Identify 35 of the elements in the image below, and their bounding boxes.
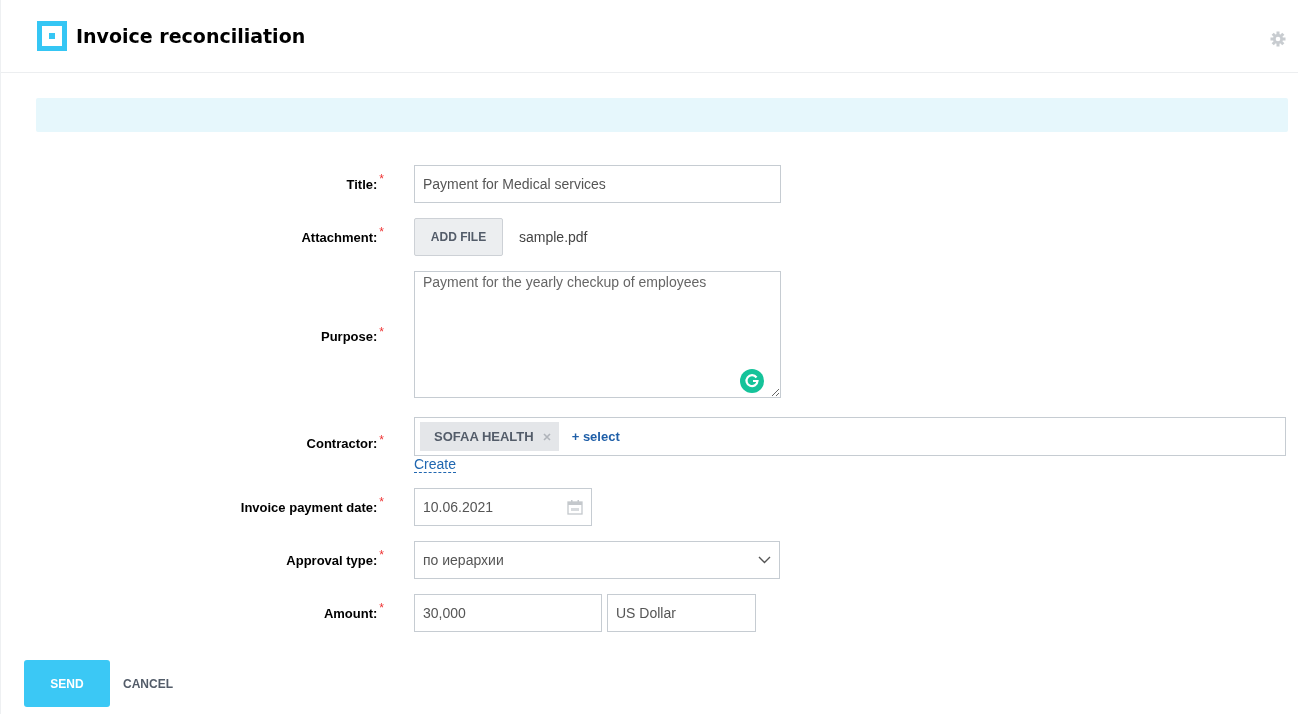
field-label: Attachment: (301, 229, 378, 245)
calendar-icon[interactable] (567, 499, 583, 515)
required-mark: * (379, 495, 384, 509)
amount-input[interactable]: 30,000 (414, 594, 602, 632)
chevron-down-icon (758, 556, 771, 564)
remove-icon[interactable] (542, 432, 551, 441)
field-label: Contractor: (306, 436, 378, 451)
required-mark: * (379, 225, 384, 239)
required-mark: * (379, 601, 384, 615)
select-link[interactable]: + select (571, 429, 620, 444)
page-title: Invoice reconciliation (76, 25, 307, 47)
title-input[interactable]: Payment for Medical services (414, 165, 781, 203)
field-label: Invoice payment date: (240, 499, 378, 515)
settings-icon[interactable] (1270, 31, 1286, 47)
field-label: Amount: (323, 605, 378, 621)
currency-input[interactable]: US Dollar (607, 594, 756, 632)
tag-label: SOFAA HEALTH (434, 429, 534, 444)
contractor-field[interactable]: SOFAA HEALTH + select (414, 417, 1286, 456)
field-label: Title: (346, 176, 378, 192)
date-value: 10.06.2021 (423, 499, 494, 515)
approval-type-select[interactable]: по иерархии (414, 541, 780, 579)
create-link[interactable]: Create (414, 457, 457, 473)
date-input[interactable]: 10.06.2021 (414, 488, 592, 526)
required-mark: * (379, 433, 384, 447)
cancel-button[interactable]: CANCEL (123, 676, 173, 691)
logo-icon (37, 21, 67, 51)
file-name: sample.pdf (519, 229, 588, 245)
required-mark: * (379, 548, 384, 562)
required-mark: * (379, 324, 384, 339)
select-value: по иерархии (423, 552, 504, 568)
field-label: Purpose: (321, 329, 378, 344)
required-mark: * (379, 172, 384, 186)
purpose-textarea[interactable]: Payment for the yearly checkup of employees (414, 271, 781, 398)
add-file-button[interactable]: ADD FILE (414, 218, 503, 256)
field-label: Approval type: (286, 552, 378, 568)
